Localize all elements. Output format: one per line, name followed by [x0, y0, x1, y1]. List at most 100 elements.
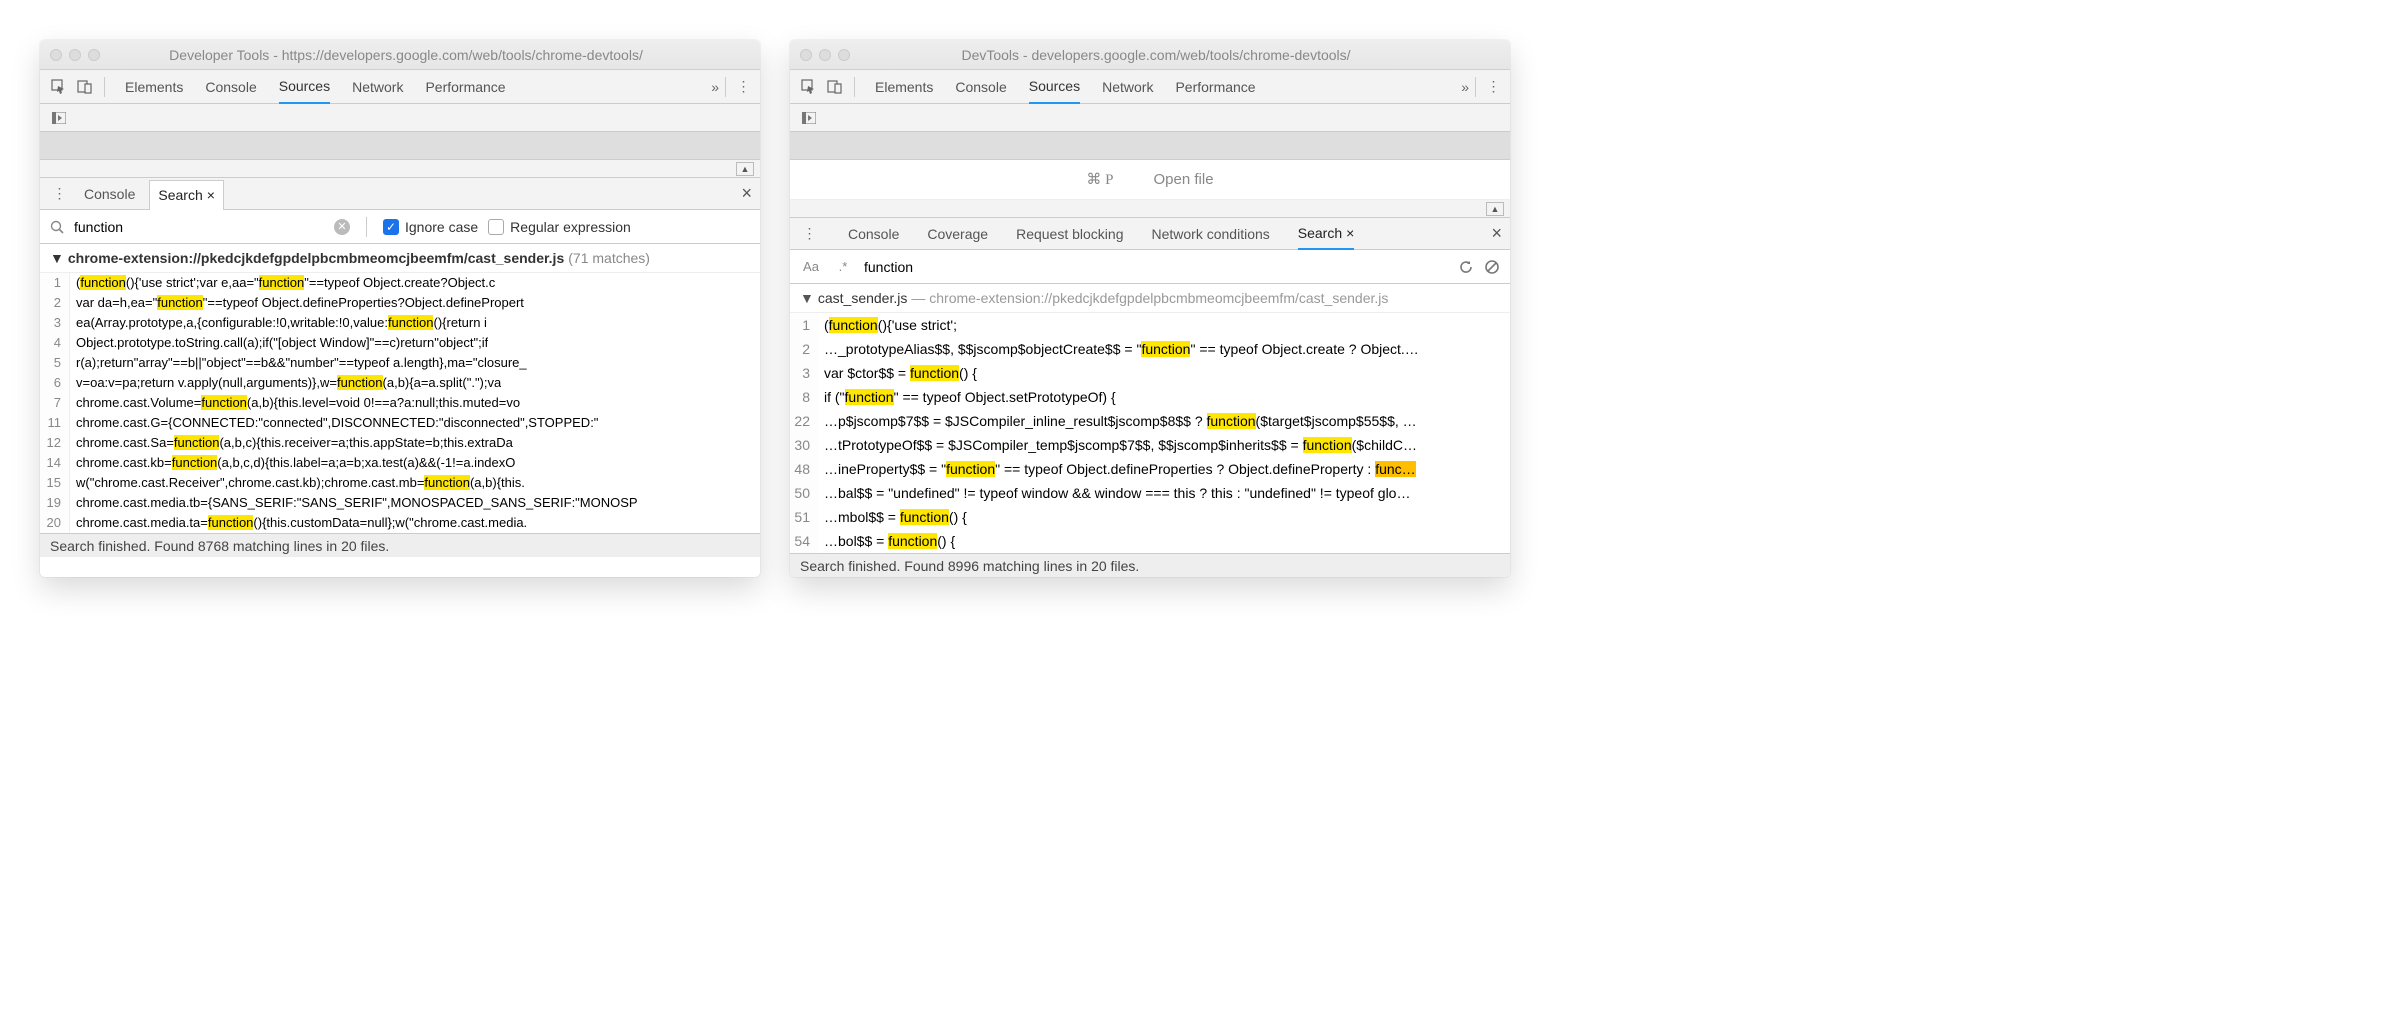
drawer-tab-search[interactable]: Search × [149, 180, 224, 210]
result-line[interactable]: 12chrome.cast.Sa=function(a,b,c){this.re… [40, 433, 760, 453]
result-file-header[interactable]: ▼ chrome-extension://pkedcjkdefgpdelpbcm… [40, 244, 760, 273]
line-number: 1 [790, 313, 818, 337]
result-file-header[interactable]: ▼ cast_sender.js — chrome-extension://pk… [790, 284, 1510, 313]
status-bar: Search finished. Found 8768 matching lin… [40, 533, 760, 557]
search-input[interactable] [864, 259, 1448, 275]
result-line[interactable]: 2var da=h,ea="function"==typeof Object.d… [40, 293, 760, 313]
devtools-window-right: DevTools - developers.google.com/web/too… [790, 40, 1510, 577]
tab-performance[interactable]: Performance [1175, 70, 1255, 104]
tab-console[interactable]: Console [205, 70, 256, 104]
inspect-icon[interactable] [796, 74, 822, 100]
expand-pane-icon[interactable]: ▲ [1486, 202, 1504, 216]
result-line[interactable]: 15w("chrome.cast.Receiver",chrome.cast.k… [40, 473, 760, 493]
result-line[interactable]: 19chrome.cast.media.tb={SANS_SERIF:"SANS… [40, 493, 760, 513]
inspect-icon[interactable] [46, 74, 72, 100]
line-number: 8 [790, 385, 818, 409]
result-line[interactable]: 54…bol$$ = function() { [790, 529, 1510, 553]
line-code: …bol$$ = function() { [818, 529, 955, 553]
line-number: 2 [40, 293, 70, 313]
drawer-tab-coverage[interactable]: Coverage [927, 218, 988, 250]
result-line[interactable]: 1(function(){'use strict'; [790, 313, 1510, 337]
line-number: 6 [40, 373, 70, 393]
devtools-window-left: Developer Tools - https://developers.goo… [40, 40, 760, 577]
minimize-dot[interactable] [69, 49, 81, 61]
result-line[interactable]: 3var $ctor$$ = function() { [790, 361, 1510, 385]
expand-pane-icon[interactable]: ▲ [736, 162, 754, 176]
disclosure-triangle-icon[interactable]: ▼ [800, 290, 814, 306]
zoom-dot[interactable] [88, 49, 100, 61]
sources-subbar [790, 104, 1510, 132]
show-navigator-icon[interactable] [46, 105, 72, 131]
main-tabbar: Elements Console Sources Network Performance… [790, 70, 1510, 104]
tab-sources[interactable]: Sources [279, 70, 330, 104]
close-dot[interactable] [50, 49, 62, 61]
result-line[interactable]: 3ea(Array.prototype,a,{configurable:!0,w… [40, 313, 760, 333]
drawer-tab-console[interactable]: Console [84, 178, 135, 210]
result-line[interactable]: 14chrome.cast.kb=function(a,b,c,d){this.… [40, 453, 760, 473]
line-code: (function(){'use strict'; [818, 313, 957, 337]
result-line[interactable]: 1(function(){'use strict';var e,aa="func… [40, 273, 760, 293]
line-code: chrome.cast.kb=function(a,b,c,d){this.la… [70, 453, 515, 473]
line-number: 15 [40, 473, 70, 493]
line-number: 2 [790, 337, 818, 361]
search-input[interactable] [74, 219, 324, 235]
close-tab-icon[interactable]: × [207, 187, 215, 203]
overflow-icon[interactable]: » [711, 79, 719, 95]
result-line[interactable]: 6v=oa:v=pa;return v.apply(null,arguments… [40, 373, 760, 393]
tab-performance[interactable]: Performance [425, 70, 505, 104]
device-toggle-icon[interactable] [72, 74, 98, 100]
drawer-tab-network-conditions[interactable]: Network conditions [1151, 218, 1269, 250]
result-line[interactable]: 2…_prototypeAlias$$, $$jscomp$objectCrea… [790, 337, 1510, 361]
close-dot[interactable] [800, 49, 812, 61]
drawer-menu-icon[interactable]: ⋮ [798, 225, 820, 242]
menu-icon[interactable]: ⋮ [1482, 78, 1504, 95]
line-code: …mbol$$ = function() { [818, 505, 967, 529]
line-code: Object.prototype.toString.call(a);if("[o… [70, 333, 488, 353]
result-line[interactable]: 7chrome.cast.Volume=function(a,b){this.l… [40, 393, 760, 413]
line-number: 11 [40, 413, 70, 433]
result-line[interactable]: 30…tPrototypeOf$$ = $JSCompiler_temp$jsc… [790, 433, 1510, 457]
match-case-icon[interactable]: Aa [800, 259, 822, 274]
line-code: r(a);return"array"==b||"object"==b&&"num… [70, 353, 527, 373]
tab-network[interactable]: Network [1102, 70, 1153, 104]
tab-network[interactable]: Network [352, 70, 403, 104]
drawer-tab-request-blocking[interactable]: Request blocking [1016, 218, 1123, 250]
overflow-icon[interactable]: » [1461, 79, 1469, 95]
regex-icon[interactable]: .* [832, 259, 854, 274]
titlebar: Developer Tools - https://developers.goo… [40, 40, 760, 70]
menu-icon[interactable]: ⋮ [732, 78, 754, 95]
tab-elements[interactable]: Elements [125, 70, 183, 104]
search-icon [50, 220, 64, 234]
result-line[interactable]: 50…bal$$ = "undefined" != typeof window … [790, 481, 1510, 505]
clear-search-icon[interactable]: ✕ [334, 219, 350, 235]
result-line[interactable]: 22…p$jscomp$7$$ = $JSCompiler_inline_res… [790, 409, 1510, 433]
disclosure-triangle-icon[interactable]: ▼ [50, 250, 64, 266]
clear-icon[interactable] [1484, 259, 1500, 275]
result-line[interactable]: 48…ineProperty$$ = "function" == typeof … [790, 457, 1510, 481]
minimize-dot[interactable] [819, 49, 831, 61]
drawer-menu-icon[interactable]: ⋮ [48, 185, 70, 202]
result-line[interactable]: 4Object.prototype.toString.call(a);if("[… [40, 333, 760, 353]
tab-console[interactable]: Console [955, 70, 1006, 104]
line-number: 19 [40, 493, 70, 513]
ignore-case-checkbox[interactable]: ✓ Ignore case [383, 219, 478, 235]
drawer-tab-search[interactable]: Search × [1298, 218, 1355, 250]
refresh-icon[interactable] [1458, 259, 1474, 275]
result-line[interactable]: 5r(a);return"array"==b||"object"==b&&"nu… [40, 353, 760, 373]
checkbox-icon: ✓ [383, 219, 399, 235]
zoom-dot[interactable] [838, 49, 850, 61]
drawer-tab-console[interactable]: Console [848, 218, 899, 250]
result-line[interactable]: 51…mbol$$ = function() { [790, 505, 1510, 529]
close-drawer-icon[interactable]: × [1491, 223, 1502, 244]
tab-sources[interactable]: Sources [1029, 70, 1080, 104]
result-line[interactable]: 11chrome.cast.G={CONNECTED:"connected",D… [40, 413, 760, 433]
close-tab-icon[interactable]: × [1346, 225, 1354, 241]
result-line[interactable]: 8if ("function" == typeof Object.setProt… [790, 385, 1510, 409]
window-title: DevTools - developers.google.com/web/too… [862, 47, 1500, 63]
device-toggle-icon[interactable] [822, 74, 848, 100]
regex-checkbox[interactable]: Regular expression [488, 219, 631, 235]
close-drawer-icon[interactable]: × [741, 183, 752, 204]
tab-elements[interactable]: Elements [875, 70, 933, 104]
result-line[interactable]: 20chrome.cast.media.ta=function(){this.c… [40, 513, 760, 533]
show-navigator-icon[interactable] [796, 105, 822, 131]
